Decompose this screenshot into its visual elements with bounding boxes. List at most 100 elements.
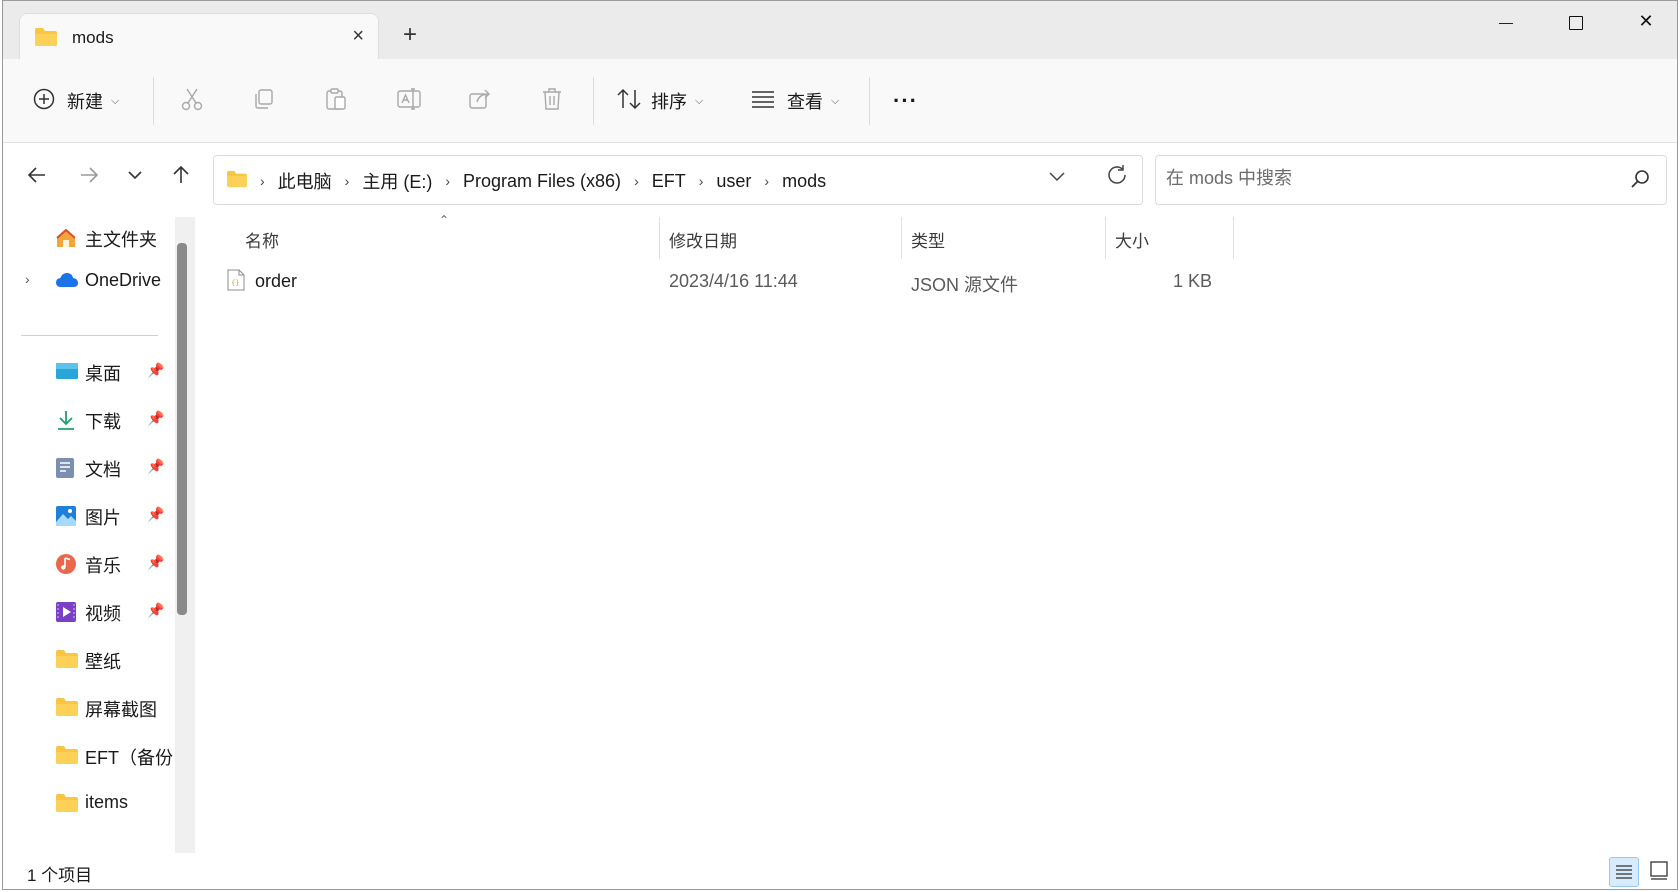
folder-icon — [55, 697, 78, 719]
delete-button[interactable] — [541, 81, 563, 121]
column-divider[interactable] — [659, 217, 660, 259]
folder-icon — [34, 27, 58, 52]
sidebar-item-screenshots[interactable]: 屏幕截图 — [3, 687, 175, 727]
sidebar-item-music[interactable]: 音乐 📌 — [3, 543, 175, 583]
chevron-down-icon: ⌵ — [111, 94, 120, 107]
column-header-type[interactable]: 类型 — [911, 227, 945, 252]
breadcrumb-user[interactable]: user — [716, 171, 751, 192]
chevron-right-icon[interactable]: › — [345, 173, 350, 189]
toolbar-divider — [593, 77, 594, 125]
sidebar-item-label: 壁纸 — [85, 652, 121, 672]
column-divider[interactable] — [1233, 217, 1234, 259]
search-icon[interactable] — [1630, 169, 1650, 194]
share-icon — [469, 88, 493, 115]
sidebar-item-home[interactable]: 主文件夹 — [3, 217, 175, 257]
pin-icon[interactable]: 📌 — [147, 458, 164, 475]
chevron-right-icon[interactable]: › — [260, 173, 265, 189]
sidebar-item-onedrive[interactable]: › OneDrive — [3, 261, 175, 301]
minimize-button[interactable]: — — [1483, 11, 1529, 37]
up-button[interactable] — [171, 165, 191, 191]
cut-button[interactable] — [181, 81, 203, 121]
chevron-right-icon[interactable]: › — [699, 173, 704, 189]
more-icon: ··· — [893, 88, 918, 113]
file-explorer-window: mods × + — ✕ 新建 ⌵ 排序 ⌵ 查看 ⌵ ··· › 此电脑 › … — [2, 0, 1678, 890]
sidebar-item-label: 文档 — [85, 460, 121, 480]
sidebar-item-documents[interactable]: 文档 📌 — [3, 447, 175, 487]
sidebar-item-label: OneDrive — [85, 270, 162, 290]
column-header-size[interactable]: 大小 — [1115, 227, 1149, 252]
more-options-button[interactable]: ··· — [893, 81, 918, 121]
details-view-button[interactable] — [1609, 857, 1639, 887]
pin-icon[interactable]: 📌 — [147, 602, 164, 619]
list-view-icon — [751, 90, 775, 113]
chevron-right-icon[interactable]: › — [764, 173, 769, 189]
breadcrumb-mods[interactable]: mods — [782, 171, 826, 192]
address-bar[interactable]: › 此电脑 › 主用 (E:) › Program Files (x86) › … — [213, 155, 1143, 205]
sidebar-item-label: 桌面 — [85, 364, 121, 384]
pin-icon[interactable]: 📌 — [147, 554, 164, 571]
sidebar-item-label: items — [85, 792, 129, 812]
new-tab-button[interactable]: + — [403, 23, 417, 47]
table-row[interactable]: {} order 2023/4/16 11:44 JSON 源文件 1 KB — [213, 261, 1213, 303]
sidebar-item-label: 屏幕截图 — [85, 700, 157, 720]
chevron-right-icon[interactable]: › — [445, 173, 450, 189]
breadcrumb-program-files[interactable]: Program Files (x86) — [463, 171, 621, 192]
navigation-row: › 此电脑 › 主用 (E:) › Program Files (x86) › … — [3, 143, 1677, 213]
breadcrumb-drive-e[interactable]: 主用 (E:) — [362, 168, 432, 194]
address-history-button[interactable] — [1048, 166, 1066, 191]
sidebar-item-items[interactable]: items — [3, 783, 175, 823]
column-divider[interactable] — [901, 217, 902, 259]
pin-icon[interactable]: 📌 — [147, 362, 164, 379]
search-input[interactable] — [1166, 168, 1606, 189]
paste-button[interactable] — [325, 81, 347, 121]
sort-button[interactable]: 排序 ⌵ — [617, 81, 703, 121]
breadcrumb: › 此电脑 › 主用 (E:) › Program Files (x86) › … — [226, 168, 826, 194]
cloud-icon — [55, 271, 78, 293]
pin-icon[interactable]: 📌 — [147, 506, 164, 523]
sidebar-item-label: EFT（备份 — [85, 748, 173, 768]
copy-button[interactable] — [253, 81, 275, 121]
sidebar-item-videos[interactable]: 视频 📌 — [3, 591, 175, 631]
new-button[interactable]: 新建 ⌵ — [33, 81, 119, 121]
close-tab-icon[interactable]: × — [352, 25, 364, 48]
sidebar-item-label: 音乐 — [85, 556, 121, 576]
file-type: JSON 源文件 — [911, 275, 1019, 295]
refresh-button[interactable] — [1106, 164, 1128, 192]
chevron-right-icon[interactable]: › — [634, 173, 639, 189]
command-bar: 新建 ⌵ 排序 ⌵ 查看 ⌵ ··· — [3, 59, 1677, 143]
pin-icon[interactable]: 📌 — [147, 410, 164, 427]
chevron-right-icon[interactable]: › — [25, 271, 30, 287]
rename-icon — [397, 87, 421, 115]
arrow-right-icon — [81, 167, 99, 183]
file-size: 1 KB — [1173, 271, 1213, 291]
sidebar-item-pictures[interactable]: 图片 📌 — [3, 495, 175, 535]
forward-button[interactable] — [79, 165, 99, 191]
rename-button[interactable] — [397, 81, 421, 121]
column-divider[interactable] — [1105, 217, 1106, 259]
download-icon — [55, 409, 77, 431]
maximize-button[interactable] — [1553, 11, 1599, 37]
breadcrumb-eft[interactable]: EFT — [652, 171, 686, 192]
sidebar-item-eft-backup[interactable]: EFT（备份 — [3, 735, 175, 775]
sort-ascending-icon: ⌃ — [439, 213, 450, 227]
recent-locations-button[interactable] — [127, 165, 143, 191]
sidebar-item-downloads[interactable]: 下载 📌 — [3, 399, 175, 439]
sort-button-label: 排序 — [651, 92, 687, 112]
search-box — [1155, 155, 1667, 205]
view-button[interactable]: 查看 ⌵ — [751, 81, 839, 121]
sidebar-item-label: 主文件夹 — [85, 230, 157, 250]
back-button[interactable] — [27, 165, 47, 191]
sidebar-scrollbar-thumb[interactable] — [177, 243, 187, 615]
large-icons-view-button[interactable] — [1645, 857, 1675, 887]
status-bar: 1 个项目 — [3, 853, 1677, 889]
close-window-button[interactable]: ✕ — [1623, 11, 1669, 37]
sidebar-item-desktop[interactable]: 桌面 📌 — [3, 351, 175, 391]
chevron-down-icon: ⌵ — [695, 94, 704, 107]
add-circle-icon — [33, 88, 55, 115]
share-button[interactable] — [469, 81, 493, 121]
sidebar-item-wallpaper[interactable]: 壁纸 — [3, 639, 175, 679]
tab-mods[interactable]: mods × — [19, 13, 379, 59]
column-header-name[interactable]: 名称 — [245, 227, 279, 252]
column-header-modified[interactable]: 修改日期 — [669, 227, 737, 252]
breadcrumb-this-pc[interactable]: 此电脑 — [278, 168, 332, 194]
